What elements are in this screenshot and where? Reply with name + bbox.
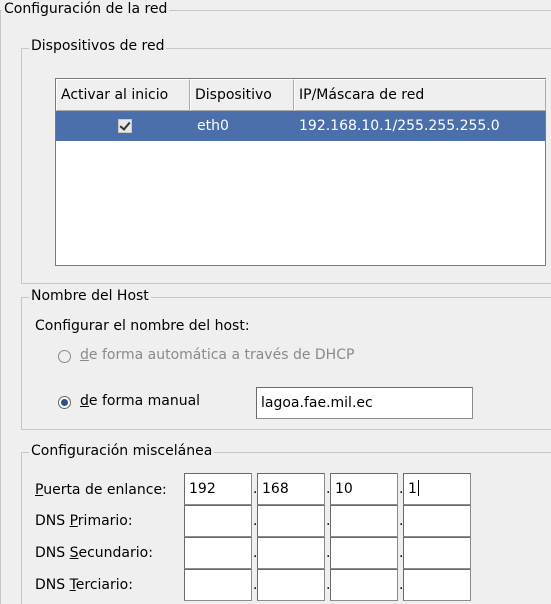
- dns-primary-octet-2[interactable]: [257, 505, 325, 537]
- manual-option[interactable]: de forma manual: [58, 392, 238, 414]
- gateway-octet-3[interactable]: 10: [330, 473, 398, 505]
- text-caret: [417, 480, 419, 496]
- auto-dhcp-label: de forma automática a través de DHCP: [80, 347, 355, 363]
- hostname-frame-title: Nombre del Host: [29, 288, 151, 304]
- gateway-octet-4[interactable]: 1: [403, 473, 471, 505]
- outer-frame-title: Configuración de la red: [2, 1, 170, 17]
- device-cell: eth0: [197, 118, 229, 134]
- active-checkbox[interactable]: [118, 119, 132, 133]
- auto-dhcp-radio[interactable]: [58, 350, 71, 363]
- devices-frame-title: Dispositivos de red: [29, 38, 167, 54]
- gateway-octet-1[interactable]: 192: [184, 473, 252, 505]
- outer-frame-border-left: [0, 10, 1, 604]
- dns-secondary-octet-1[interactable]: [184, 537, 252, 569]
- dns-secondary-octet-3[interactable]: [330, 537, 398, 569]
- dns-primary-label: DNS Primario:: [35, 513, 133, 529]
- gateway-octet-2[interactable]: 168: [257, 473, 325, 505]
- dns-secondary-label: DNS Secundario:: [35, 545, 153, 561]
- dns-tertiary-octet-4[interactable]: [403, 569, 471, 601]
- dns-tertiary-octet-3[interactable]: [330, 569, 398, 601]
- network-devices-table[interactable]: Activar al inicio Dispositivo IP/Máscara…: [55, 78, 546, 266]
- dns-tertiary-label: DNS Terciario:: [35, 577, 133, 593]
- column-header-ip-mask[interactable]: IP/Máscara de red: [294, 79, 546, 111]
- misc-frame-title: Configuración miscelánea: [29, 443, 215, 459]
- auto-dhcp-option[interactable]: de forma automática a través de DHCP: [58, 346, 354, 368]
- dns-secondary-octet-4[interactable]: [403, 537, 471, 569]
- dns-primary-octet-1[interactable]: [184, 505, 252, 537]
- dns-tertiary-octet-1[interactable]: [184, 569, 252, 601]
- dns-secondary-octet-2[interactable]: [257, 537, 325, 569]
- dns-tertiary-octet-2[interactable]: [257, 569, 325, 601]
- manual-radio[interactable]: [58, 396, 71, 409]
- gateway-label: Puerta de enlance:: [35, 482, 167, 498]
- column-header-active[interactable]: Activar al inicio: [56, 79, 190, 111]
- manual-label: de forma manual: [80, 393, 201, 409]
- configure-hostname-label: Configurar el nombre del host:: [35, 318, 250, 334]
- dns-primary-octet-3[interactable]: [330, 505, 398, 537]
- column-header-device[interactable]: Dispositivo: [190, 79, 294, 111]
- ip-mask-cell: 192.168.10.1/255.255.255.0: [299, 118, 500, 134]
- dns-primary-octet-4[interactable]: [403, 505, 471, 537]
- hostname-input[interactable]: lagoa.fae.mil.ec: [256, 387, 473, 419]
- table-row[interactable]: eth0 192.168.10.1/255.255.255.0: [56, 111, 545, 141]
